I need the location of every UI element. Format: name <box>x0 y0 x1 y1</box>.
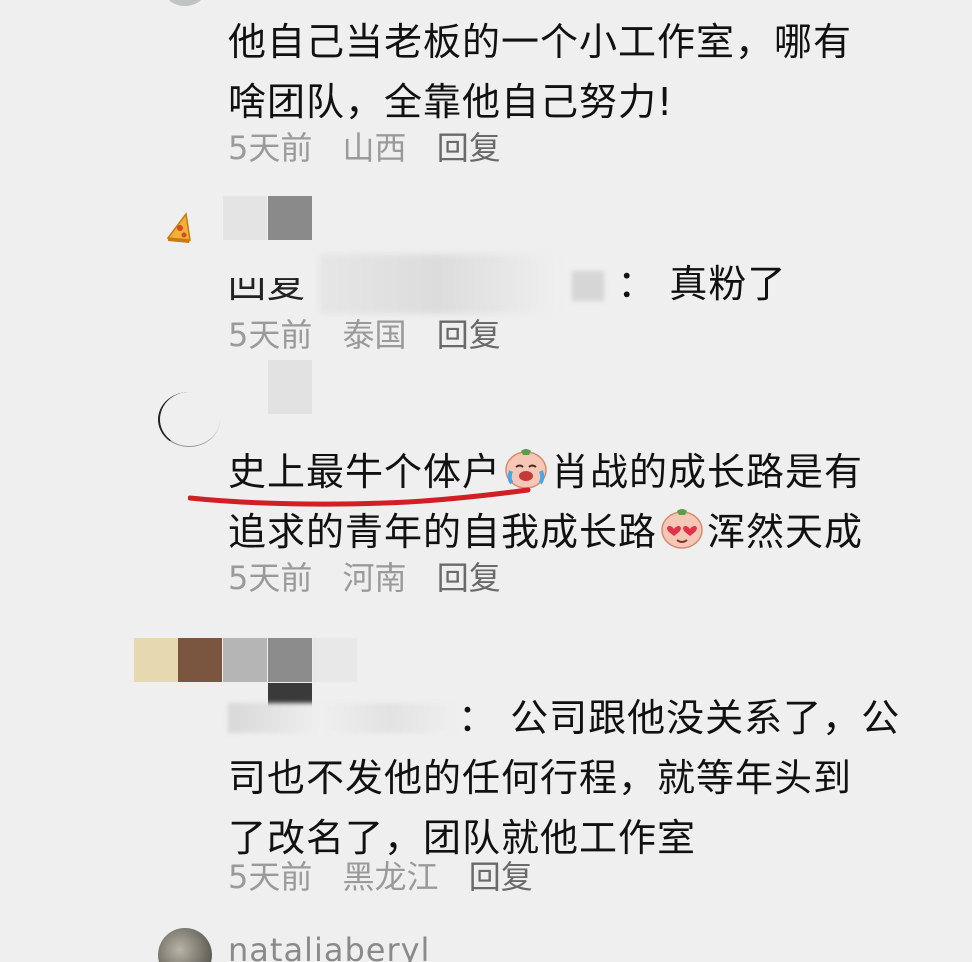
comment-meta: 5天前 山西 回复 <box>228 128 521 168</box>
reply-text: ： 公司跟他没关系了，公 司也不发他的任何行程，就等年头到 了改名了，团队就他工… <box>228 688 900 868</box>
avatar[interactable] <box>268 638 312 682</box>
avatar[interactable] <box>158 928 212 962</box>
comment-line: 他自己当老板的一个小工作室，哪有 <box>228 20 853 64</box>
comment-meta: 5天前 河南 回复 <box>228 558 521 598</box>
comment-meta: 5天前 黑龙江 回复 <box>228 857 553 897</box>
reply-content: ： 公司跟他没关系了，公 <box>458 696 901 740</box>
comment-time: 5天前 <box>228 858 313 896</box>
comment-line: 啥团队，全靠他自己努力! <box>228 80 674 124</box>
comment-time: 5天前 <box>228 129 313 167</box>
comment-location: 黑龙江 <box>342 858 439 896</box>
comment-segment: 肖战的成长路是有 <box>551 450 864 494</box>
heart-eyes-emoji <box>659 505 705 551</box>
comment-text: 他自己当老板的一个小工作室，哪有 啥团队，全靠他自己努力! <box>228 12 852 132</box>
reply-button[interactable]: 回复 <box>437 559 501 597</box>
avatar[interactable] <box>268 360 312 414</box>
comment-location: 山西 <box>342 129 407 167</box>
mention-tail <box>572 271 605 301</box>
red-underline-annotation <box>187 484 538 512</box>
comment-line: ： 公司跟他没关系了，公 <box>228 688 900 748</box>
comment-line: 司也不发他的任何行程，就等年头到 <box>228 756 853 800</box>
comment-location: 泰国 <box>342 316 407 354</box>
reply-content: ： 真粉了 <box>617 262 787 306</box>
username[interactable]: nataliaberyl <box>228 930 430 962</box>
avatar[interactable] <box>268 196 312 240</box>
avatar[interactable] <box>313 638 357 682</box>
comment-time: 5天前 <box>228 559 313 597</box>
reply-button[interactable]: 回复 <box>469 858 533 896</box>
reply-text: 回复 ： 真粉了 <box>228 254 786 314</box>
avatar[interactable] <box>134 638 178 682</box>
comment-segment: 浑然天成 <box>707 510 864 554</box>
reply-button[interactable]: 回复 <box>437 316 501 354</box>
avatar[interactable] <box>165 0 205 6</box>
comment-meta: 5天前 泰国 回复 <box>228 315 521 355</box>
reply-button[interactable]: 回复 <box>437 129 501 167</box>
avatar[interactable] <box>158 392 220 447</box>
avatar[interactable] <box>223 196 267 240</box>
comment-segment: 追求的青年的自我成长路 <box>228 510 658 554</box>
avatar[interactable] <box>223 638 267 682</box>
comment-location: 河南 <box>342 559 407 597</box>
pizza-icon <box>166 210 192 244</box>
comment-time: 5天前 <box>228 316 313 354</box>
reply-prefix: 回复 <box>228 262 307 306</box>
avatar[interactable] <box>178 638 222 682</box>
mention-username[interactable] <box>228 703 458 733</box>
comment-thread: 他自己当老板的一个小工作室，哪有 啥团队，全靠他自己努力! 5天前 山西 回复 … <box>0 0 972 962</box>
mention-username[interactable] <box>319 254 560 314</box>
